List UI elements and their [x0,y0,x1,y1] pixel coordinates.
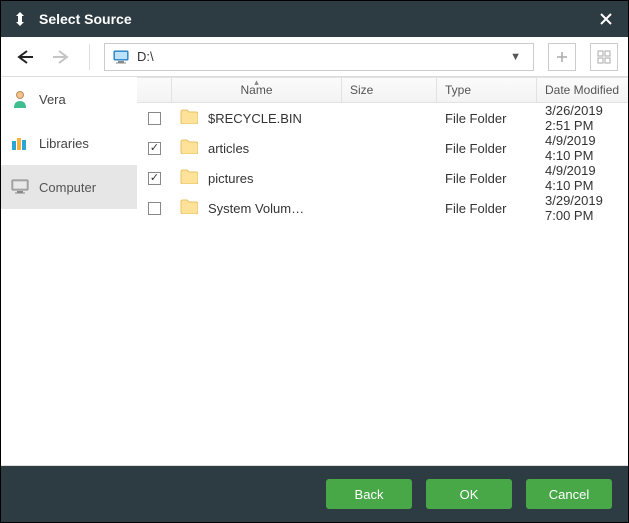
new-folder-button[interactable] [548,43,576,71]
titlebar: Select Source [1,1,628,37]
sort-asc-icon: ▴ [254,77,259,88]
libraries-icon [11,134,29,152]
row-checkbox[interactable] [148,112,161,125]
back-arrow-icon[interactable] [11,43,39,71]
file-date: 3/26/2019 2:51 PM [537,103,628,133]
sidebar-item-computer[interactable]: Computer [1,165,137,209]
sidebar-item-label: Vera [39,92,66,107]
back-button[interactable]: Back [326,479,412,509]
path-field[interactable]: D:\ ▼ [104,43,534,71]
column-date[interactable]: Date Modified [537,78,628,102]
file-name: pictures [208,171,254,186]
file-name: $RECYCLE.BIN [208,111,302,126]
column-size[interactable]: Size [342,78,437,102]
ok-button[interactable]: OK [426,479,512,509]
sidebar: Vera Libraries Computer [1,77,137,465]
folder-icon [180,169,198,187]
file-date: 4/9/2019 4:10 PM [537,133,628,163]
folder-icon [180,199,198,217]
file-rows: $RECYCLE.BINFile Folder3/26/2019 2:51 PM… [137,103,628,465]
column-name[interactable]: ▴ Name [172,78,342,102]
table-row[interactable]: pictures File Folder4/9/2019 4:10 PM [137,163,628,193]
sidebar-item-label: Computer [39,180,96,195]
file-type: File Folder [437,111,537,126]
folder-icon [180,109,198,127]
column-checkbox[interactable] [137,78,172,102]
file-type: File Folder [437,171,537,186]
file-date: 4/9/2019 4:10 PM [537,163,628,193]
file-name: System Volum… [208,201,304,216]
footer: Back OK Cancel [1,466,628,522]
file-type: File Folder [437,201,537,216]
cancel-button[interactable]: Cancel [526,479,612,509]
table-row[interactable]: articles File Folder4/9/2019 4:10 PM [137,133,628,163]
row-checkbox[interactable] [148,142,161,155]
sidebar-item-libraries[interactable]: Libraries [1,121,137,165]
file-panel: ▴ Name Size Type Date Modified $RECYCLE.… [137,77,628,465]
user-icon [11,90,29,108]
file-date: 3/29/2019 7:00 PM [537,193,628,223]
divider [89,44,90,70]
select-source-window: Select Source D:\ ▼ [0,0,629,523]
forward-arrow-icon[interactable] [47,43,75,71]
close-button[interactable] [594,7,618,31]
table-row[interactable]: System Volum… File Folder3/29/2019 7:00 P… [137,193,628,223]
sidebar-item-label: Libraries [39,136,89,151]
body: Vera Libraries Computer ▴ Name [1,77,628,466]
column-type[interactable]: Type [437,78,537,102]
chevron-down-icon[interactable]: ▼ [506,51,525,63]
view-grid-button[interactable] [590,43,618,71]
monitor-icon [113,50,129,64]
sidebar-item-vera[interactable]: Vera [1,77,137,121]
table-row[interactable]: $RECYCLE.BIN File Folder3/26/2019 2:51 PM [137,103,628,133]
file-type: File Folder [437,141,537,156]
path-text: D:\ [137,49,506,64]
app-icon [11,10,29,28]
monitor-icon [11,178,29,196]
toolbar: D:\ ▼ [1,37,628,77]
window-title: Select Source [39,11,594,27]
column-header: ▴ Name Size Type Date Modified [137,77,628,103]
folder-icon [180,139,198,157]
row-checkbox[interactable] [148,202,161,215]
row-checkbox[interactable] [148,172,161,185]
file-name: articles [208,141,249,156]
